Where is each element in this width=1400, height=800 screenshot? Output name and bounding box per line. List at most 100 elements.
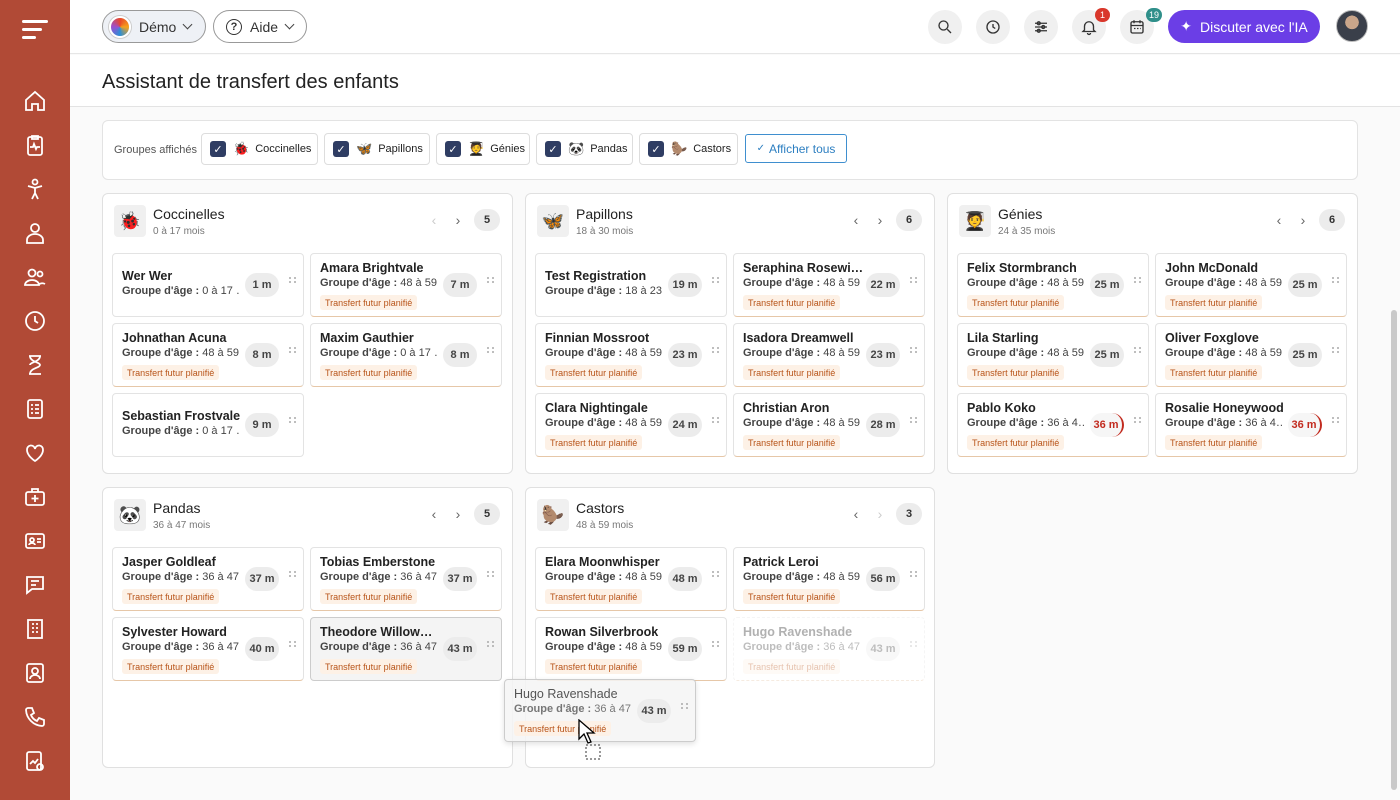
drag-handle-icon[interactable] <box>910 277 918 287</box>
drag-handle-icon[interactable] <box>910 347 918 357</box>
child-card[interactable]: Finnian Mossroot Groupe d'âge : 48 à 59…… <box>535 323 727 387</box>
drag-handle-icon[interactable] <box>1134 277 1142 287</box>
drag-handle-icon[interactable] <box>487 641 495 651</box>
prev-page-button[interactable]: ‹ <box>849 506 863 522</box>
drop-placeholder-card[interactable]: Hugo Ravenshade Groupe d'âge : 36 à 47… … <box>733 617 925 681</box>
drag-handle-icon[interactable] <box>289 641 297 651</box>
drag-handle-icon[interactable] <box>289 571 297 581</box>
home-icon[interactable] <box>22 88 48 114</box>
next-page-button[interactable]: › <box>451 506 465 522</box>
child-card[interactable]: Wer Wer Groupe d'âge : 0 à 17 … 1 m <box>112 253 304 317</box>
drag-handle-icon[interactable] <box>681 703 689 713</box>
medical-kit-icon[interactable] <box>22 484 48 510</box>
drag-handle-icon[interactable] <box>1332 277 1340 287</box>
child-card[interactable]: Christian Aron Groupe d'âge : 48 à 59… T… <box>733 393 925 457</box>
history-button[interactable] <box>976 10 1010 44</box>
drag-handle-icon[interactable] <box>487 347 495 357</box>
child-card[interactable]: Johnathan Acuna Groupe d'âge : 48 à 59 …… <box>112 323 304 387</box>
prev-page-button[interactable]: ‹ <box>849 212 863 228</box>
avatar[interactable] <box>1336 10 1368 42</box>
show-all-button[interactable]: ✓ Afficher tous <box>745 134 847 163</box>
child-card[interactable]: Isadora Dreamwell Groupe d'âge : 48 à 59… <box>733 323 925 387</box>
filter-chip-castors[interactable]: ✓ 🦫 Castors <box>639 133 738 165</box>
child-card[interactable]: Tobias Emberstone Groupe d'âge : 36 à 47… <box>310 547 502 611</box>
heart-icon[interactable] <box>22 440 48 466</box>
child-card[interactable]: Sylvester Howard Groupe d'âge : 36 à 47…… <box>112 617 304 681</box>
drag-handle-icon[interactable] <box>1332 347 1340 357</box>
contact-icon[interactable] <box>22 660 48 686</box>
next-page-button[interactable]: › <box>873 506 887 522</box>
checkbox-checked-icon[interactable]: ✓ <box>545 141 561 157</box>
prev-page-button[interactable]: ‹ <box>1272 212 1286 228</box>
child-icon[interactable] <box>22 176 48 202</box>
child-card[interactable]: Amara Brightvale Groupe d'âge : 48 à 59 … <box>310 253 502 317</box>
drag-handle-icon[interactable] <box>1332 417 1340 427</box>
child-card[interactable]: Seraphina Rosewi… Groupe d'âge : 48 à 59… <box>733 253 925 317</box>
drag-handle-icon[interactable] <box>289 277 297 287</box>
next-page-button[interactable]: › <box>873 212 887 228</box>
ai-chat-button[interactable]: ✦ Discuter avec l'IA <box>1168 10 1320 43</box>
drag-handle-icon[interactable] <box>487 277 495 287</box>
demo-selector[interactable]: Démo <box>102 10 206 43</box>
drag-handle-icon[interactable] <box>910 571 918 581</box>
child-card[interactable]: Theodore Willow… Groupe d'âge : 36 à 47…… <box>310 617 502 681</box>
report-icon[interactable] <box>22 748 48 774</box>
child-card[interactable]: Elara Moonwhisper Groupe d'âge : 48 à 59… <box>535 547 727 611</box>
next-page-button[interactable]: › <box>1296 212 1310 228</box>
drag-handle-icon[interactable] <box>910 641 918 651</box>
family-icon[interactable] <box>22 264 48 290</box>
checkbox-checked-icon[interactable]: ✓ <box>648 141 664 157</box>
clipboard-health-icon[interactable] <box>22 132 48 158</box>
checkbox-checked-icon[interactable]: ✓ <box>210 141 226 157</box>
drag-handle-icon[interactable] <box>289 417 297 427</box>
next-page-button[interactable]: › <box>451 212 465 228</box>
menu-icon[interactable] <box>22 18 48 40</box>
child-card[interactable]: Lila Starling Groupe d'âge : 48 à 59… Tr… <box>957 323 1149 387</box>
child-card[interactable]: Maxim Gauthier Groupe d'âge : 0 à 17 … T… <box>310 323 502 387</box>
filter-chip-genies[interactable]: ✓ 🧑‍🎓 Génies <box>436 133 530 165</box>
drag-handle-icon[interactable] <box>712 277 720 287</box>
phone-icon[interactable] <box>22 704 48 730</box>
child-card[interactable]: Oliver Foxglove Groupe d'âge : 48 à 59… … <box>1155 323 1347 387</box>
checkbox-checked-icon[interactable]: ✓ <box>445 141 461 157</box>
child-card[interactable]: Sebastian Frostvale Groupe d'âge : 0 à 1… <box>112 393 304 457</box>
notifications-button[interactable]: 1 <box>1072 8 1110 44</box>
child-card[interactable]: Clara Nightingale Groupe d'âge : 48 à 59… <box>535 393 727 457</box>
filter-chip-coccinelles[interactable]: ✓ 🐞 Coccinelles <box>201 133 318 165</box>
time-badge: 40 m <box>245 637 279 661</box>
settings-button[interactable] <box>1024 10 1058 44</box>
filter-chip-pandas[interactable]: ✓ 🐼 Pandas <box>536 133 633 165</box>
hourglass-icon[interactable] <box>22 352 48 378</box>
clock-icon[interactable] <box>22 308 48 334</box>
drag-handle-icon[interactable] <box>289 347 297 357</box>
drag-handle-icon[interactable] <box>712 417 720 427</box>
drag-handle-icon[interactable] <box>712 571 720 581</box>
drag-handle-icon[interactable] <box>910 417 918 427</box>
prev-page-button[interactable]: ‹ <box>427 506 441 522</box>
child-card[interactable]: John McDonald Groupe d'âge : 48 à 59… Tr… <box>1155 253 1347 317</box>
child-card[interactable]: Test Registration Groupe d'âge : 18 à 23… <box>535 253 727 317</box>
drag-handle-icon[interactable] <box>1134 347 1142 357</box>
scrollbar[interactable] <box>1391 310 1397 790</box>
child-card[interactable]: Pablo Koko Groupe d'âge : 36 à 4… Transf… <box>957 393 1149 457</box>
drag-handle-icon[interactable] <box>1134 417 1142 427</box>
child-card[interactable]: Jasper Goldleaf Groupe d'âge : 36 à 47… … <box>112 547 304 611</box>
drag-handle-icon[interactable] <box>712 347 720 357</box>
checklist-icon[interactable] <box>22 396 48 422</box>
child-card[interactable]: Patrick Leroi Groupe d'âge : 48 à 59… Tr… <box>733 547 925 611</box>
id-card-icon[interactable] <box>22 528 48 554</box>
help-menu[interactable]: ? Aide <box>213 10 307 43</box>
building-icon[interactable] <box>22 616 48 642</box>
drag-handle-icon[interactable] <box>487 571 495 581</box>
filter-chip-papillons[interactable]: ✓ 🦋 Papillons <box>324 133 430 165</box>
staff-icon[interactable] <box>22 220 48 246</box>
message-icon[interactable] <box>22 572 48 598</box>
prev-page-button[interactable]: ‹ <box>427 212 441 228</box>
child-card[interactable]: Felix Stormbranch Groupe d'âge : 48 à 59… <box>957 253 1149 317</box>
drag-handle-icon[interactable] <box>712 641 720 651</box>
child-card[interactable]: Rosalie Honeywood Groupe d'âge : 36 à 4…… <box>1155 393 1347 457</box>
calendar-button[interactable]: 19 <box>1120 8 1162 44</box>
checkbox-checked-icon[interactable]: ✓ <box>333 141 349 157</box>
child-card[interactable]: Rowan Silverbrook Groupe d'âge : 48 à 59… <box>535 617 727 681</box>
search-button[interactable] <box>928 10 962 44</box>
